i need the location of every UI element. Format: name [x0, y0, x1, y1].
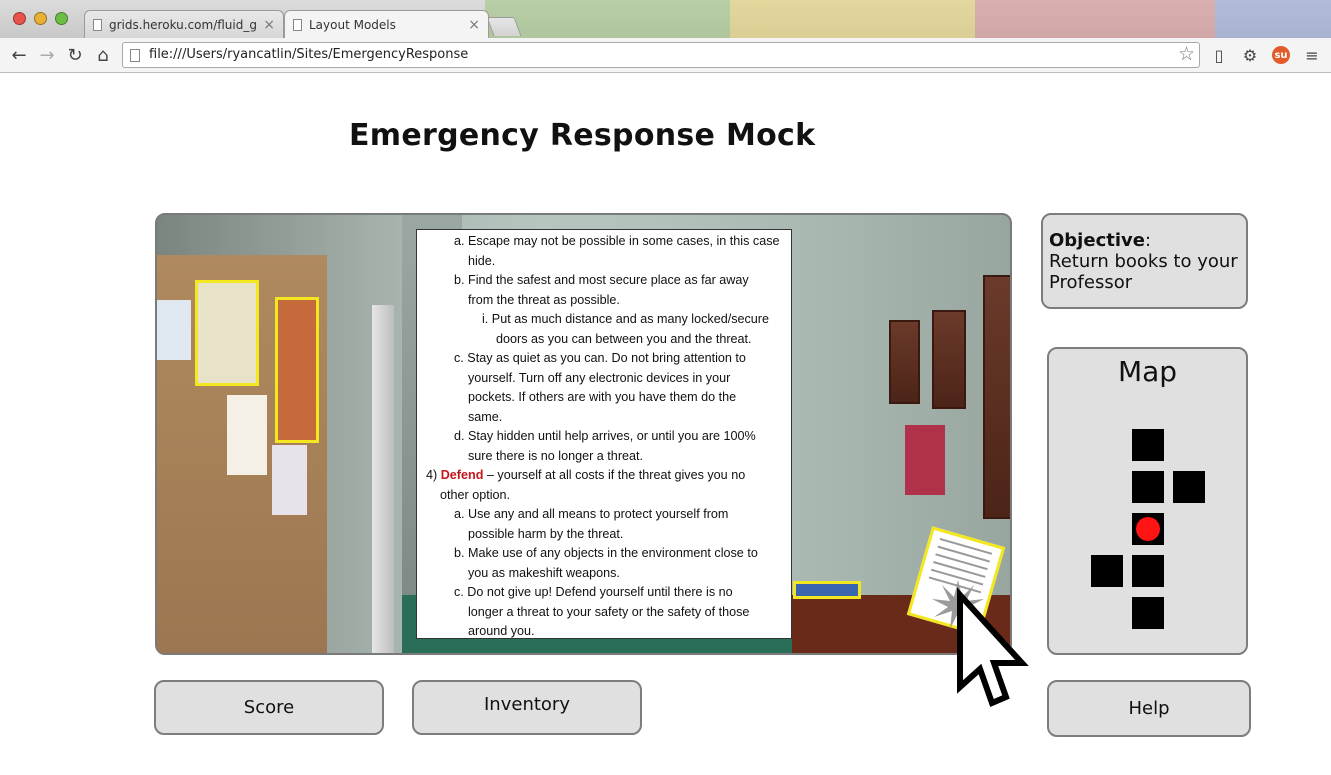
document-line: yourself. Turn off any electronic device…	[468, 370, 731, 385]
reload-icon[interactable]: ↻	[64, 44, 86, 66]
mobile-extension-icon[interactable]: ▯	[1208, 44, 1230, 66]
document-line: a. Use any and all means to protect your…	[454, 507, 729, 521]
document-text: – yourself at all costs if the threat gi…	[483, 468, 746, 482]
document-line: c. Stay as quiet as you can. Do not brin…	[454, 351, 746, 365]
color-stripe-green	[485, 0, 730, 38]
map-room[interactable]	[1132, 471, 1164, 503]
score-button[interactable]: Score	[154, 680, 384, 735]
objective-colon: :	[1144, 230, 1152, 251]
map-room[interactable]	[1173, 471, 1205, 503]
tab-close-icon[interactable]: ×	[263, 17, 275, 33]
document-line: possible harm by the threat.	[468, 526, 624, 541]
wall-flyer	[272, 445, 307, 515]
document-line: i. Put as much distance and as many lock…	[482, 312, 770, 326]
window-close-button[interactable]	[13, 12, 26, 25]
map-room[interactable]	[1091, 555, 1123, 587]
pointer-cursor-icon	[932, 580, 1029, 708]
page-icon	[93, 19, 102, 31]
document-line: c. Do not give up! Defend yourself until…	[454, 585, 733, 599]
bookmark-star-icon[interactable]: ☆	[1178, 43, 1195, 65]
document-line: d. Stay hidden until help arrives, or un…	[454, 429, 756, 443]
map-room[interactable]	[1132, 555, 1164, 587]
document-line: you as makeshift weapons.	[468, 565, 620, 580]
wall-flyer	[227, 395, 267, 475]
wall-flyer	[157, 300, 191, 360]
forward-icon[interactable]: →	[36, 44, 58, 66]
document-line: around you.	[468, 624, 535, 638]
window-minimize-button[interactable]	[34, 12, 47, 25]
back-icon[interactable]: ←	[8, 44, 30, 66]
document-line: pockets. If others are with you have the…	[468, 390, 737, 404]
browser-tab-strip: grids.heroku.com/fluid_grid × Layout Mod…	[0, 0, 1331, 39]
objective-text: Return books to your Professor	[1049, 251, 1238, 293]
menu-icon[interactable]: ≡	[1301, 44, 1323, 66]
tab-title: Layout Models	[309, 18, 396, 32]
map-panel: Map	[1047, 347, 1248, 655]
document-line: from the threat as possible.	[468, 292, 620, 307]
objective-label: Objective	[1049, 230, 1145, 251]
address-bar[interactable]: file:///Users/ryancatlin/Sites/Emergency…	[122, 42, 1200, 68]
objective-panel: Objective: Return books to your Professo…	[1041, 213, 1248, 309]
instructions-document: a. Escape may not be possible in some ca…	[416, 229, 792, 639]
color-stripe-blue	[1215, 0, 1331, 38]
highlighted-poster[interactable]	[195, 280, 259, 386]
document-line: other option.	[440, 487, 511, 502]
highlighted-poster[interactable]	[275, 297, 319, 443]
document-line: same.	[468, 409, 503, 424]
color-stripe-red	[975, 0, 1215, 38]
tab-layout-models[interactable]: Layout Models ×	[284, 10, 489, 38]
map-room[interactable]	[1132, 429, 1164, 461]
map-title: Map	[1117, 355, 1178, 388]
wall-plaque	[932, 310, 966, 409]
stumbleupon-icon[interactable]: su	[1270, 44, 1292, 66]
page-icon	[293, 19, 302, 31]
map-room-current[interactable]	[1132, 513, 1164, 545]
document-line: longer a threat to your safety or the sa…	[468, 604, 750, 619]
wall-poster	[905, 425, 945, 495]
player-marker-icon	[1136, 517, 1160, 541]
tab-title: grids.heroku.com/fluid_grid	[109, 18, 257, 32]
door-frame	[372, 305, 394, 653]
url-text: file:///Users/ryancatlin/Sites/Emergency…	[149, 47, 469, 62]
help-button[interactable]: Help	[1047, 680, 1251, 737]
inventory-button[interactable]: Inventory	[412, 680, 642, 735]
page-icon	[130, 49, 140, 62]
defend-keyword: Defend	[440, 468, 484, 482]
document-line: b. Make use of any objects in the enviro…	[454, 546, 758, 560]
tab-close-icon[interactable]: ×	[468, 17, 480, 33]
wall-plaque	[983, 275, 1010, 519]
map-room[interactable]	[1132, 597, 1164, 629]
document-line: 4) Defend – yourself at all costs if the…	[426, 466, 745, 486]
wall-plaque	[889, 320, 920, 404]
browser-toolbar: ← → ↻ ⌂ file:///Users/ryancatlin/Sites/E…	[0, 38, 1331, 73]
document-line: sure there is no longer a threat.	[468, 448, 644, 463]
document-line: b. Find the safest and most secure place…	[454, 273, 749, 287]
tab-grids[interactable]: grids.heroku.com/fluid_grid ×	[84, 10, 284, 38]
window-zoom-button[interactable]	[55, 12, 68, 25]
document-line: doors as you can between you and the thr…	[496, 331, 752, 346]
page-title: Emergency Response Mock	[349, 118, 816, 153]
document-line: hide.	[468, 253, 496, 268]
color-stripe-yellow	[730, 0, 975, 38]
gear-icon[interactable]: ⚙	[1239, 44, 1261, 66]
list-number: 4)	[426, 468, 441, 482]
document-line: a. Escape may not be possible in some ca…	[454, 234, 780, 248]
home-icon[interactable]: ⌂	[92, 44, 114, 66]
highlighted-book[interactable]	[793, 581, 861, 599]
